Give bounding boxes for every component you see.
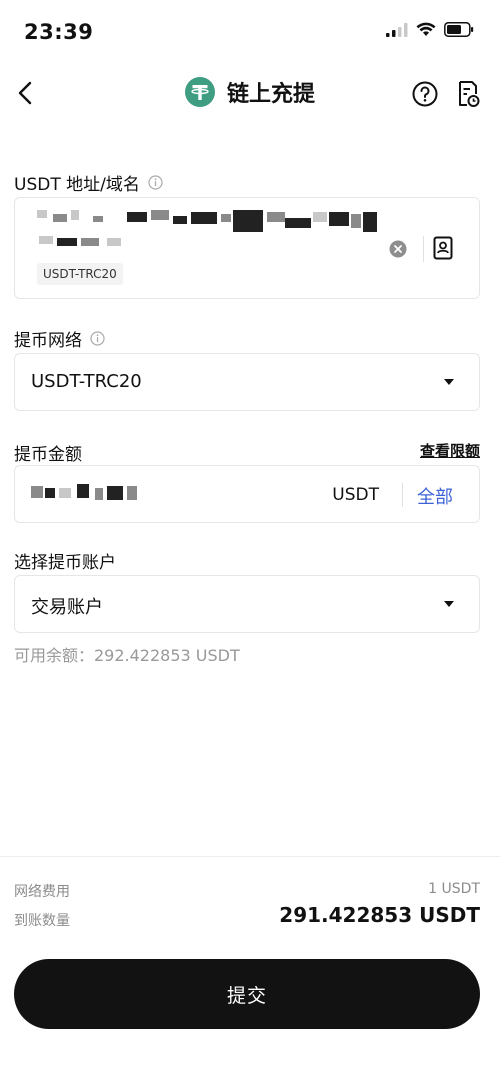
signal-icon xyxy=(386,22,408,37)
network-label-group: 提币网络 xyxy=(14,326,105,351)
account-select[interactable]: 交易账户 xyxy=(14,575,480,633)
network-selected-value: USDT-TRC20 xyxy=(31,371,142,392)
receive-label: 到账数量 xyxy=(14,913,70,929)
receive-value: 291.422853 USDT xyxy=(279,903,480,927)
address-label-group: USDT 地址/域名 xyxy=(14,170,163,195)
page-title: 链上充提 xyxy=(226,82,315,107)
account-selected-value: 交易账户 xyxy=(31,597,103,618)
input-divider xyxy=(402,483,403,507)
network-tag: USDT-TRC20 xyxy=(37,263,123,285)
network-label: 提币网络 xyxy=(14,331,82,351)
address-input[interactable]: USDT-TRC20 xyxy=(14,197,480,299)
caret-down-icon xyxy=(444,379,454,385)
caret-down-icon xyxy=(444,601,454,607)
status-icons xyxy=(386,22,474,37)
fee-value: 1 USDT xyxy=(428,881,480,897)
info-icon[interactable] xyxy=(90,331,105,346)
record-list-icon xyxy=(459,81,480,107)
view-limit-link[interactable]: 查看限额 xyxy=(420,440,480,461)
fee-row: 网络费用 1 USDT xyxy=(14,881,480,901)
battery-icon xyxy=(444,22,474,37)
status-time: 23:39 xyxy=(24,20,94,44)
address-label: USDT 地址/域名 xyxy=(14,175,140,195)
wifi-icon xyxy=(416,22,436,36)
footer-summary: 网络费用 1 USDT 到账数量 291.422853 USDT 提交 xyxy=(0,856,500,1078)
submit-button[interactable]: 提交 xyxy=(14,959,480,1029)
clear-button[interactable] xyxy=(389,240,407,262)
available-balance: 可用余额：292.422853 USDT xyxy=(14,646,240,665)
top-navigation: 链上充提 xyxy=(0,64,500,124)
help-button[interactable] xyxy=(412,81,438,111)
address-book-button[interactable] xyxy=(433,236,453,264)
fee-label: 网络费用 xyxy=(14,884,70,900)
amount-label-group: 提币金额 xyxy=(14,440,82,465)
address-book-icon xyxy=(433,236,453,260)
account-label: 选择提币账户 xyxy=(14,553,116,573)
amount-input[interactable]: USDT 全部 xyxy=(14,465,480,523)
max-amount-button[interactable]: 全部 xyxy=(417,483,453,509)
network-select[interactable]: USDT-TRC20 xyxy=(14,353,480,411)
status-bar: 23:39 xyxy=(0,0,500,60)
history-button[interactable] xyxy=(456,80,480,112)
amount-label: 提币金额 xyxy=(14,445,82,465)
amount-unit: USDT xyxy=(332,485,379,505)
account-label-group: 选择提币账户 xyxy=(14,548,116,573)
question-icon xyxy=(412,81,438,107)
input-divider xyxy=(423,236,424,262)
tether-logo-icon xyxy=(184,77,215,107)
info-icon[interactable] xyxy=(148,175,163,190)
clear-icon xyxy=(389,240,407,258)
